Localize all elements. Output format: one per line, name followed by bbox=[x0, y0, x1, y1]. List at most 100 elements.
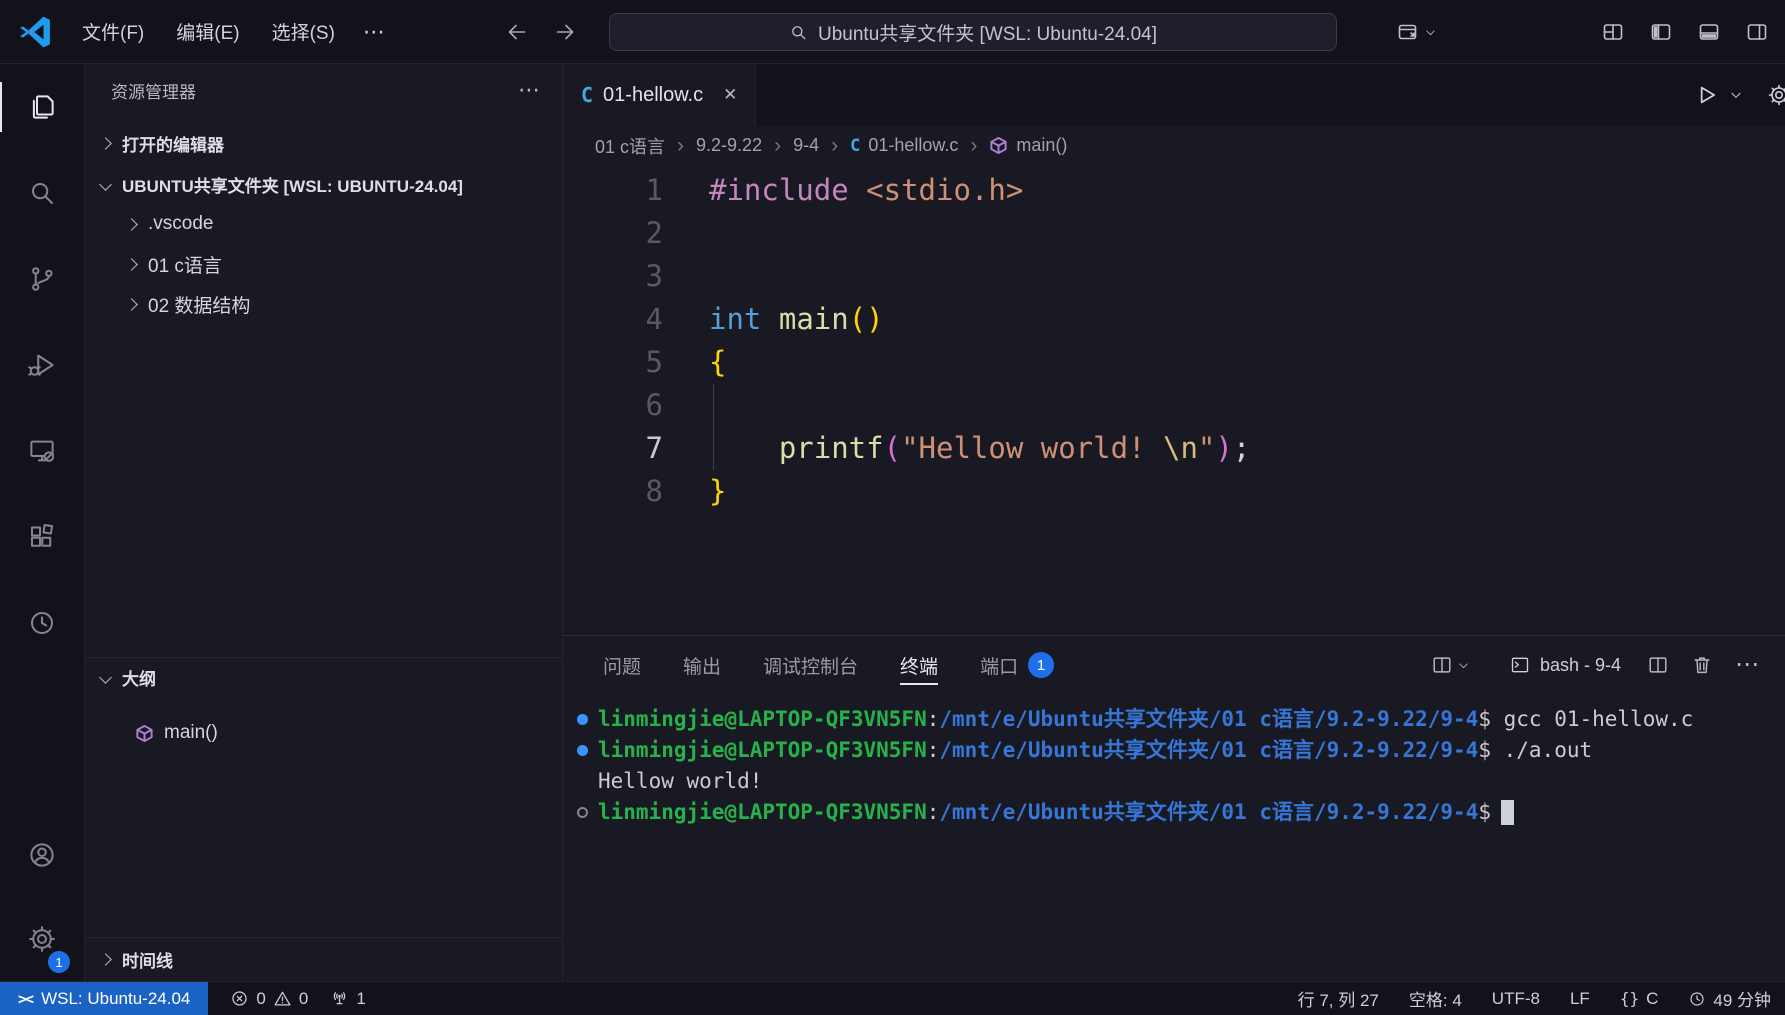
code-area[interactable]: 1 #include <stdio.h> 2 3 4 int main() 5{6 7 pri… bbox=[563, 165, 1785, 635]
language-mode[interactable]: {} C bbox=[1620, 989, 1659, 1009]
cursor-position[interactable]: 行 7, 列 27 bbox=[1298, 986, 1379, 1011]
toggle-secondary-sidebar-icon[interactable] bbox=[1745, 20, 1769, 44]
kill-terminal-trash-icon[interactable] bbox=[1691, 654, 1713, 676]
run-button-icon[interactable] bbox=[1693, 82, 1719, 108]
terminal-path: /mnt/e/Ubuntu共享文件夹/01 c语言/9.2-9.22/9-4 bbox=[939, 738, 1479, 762]
terminal-line: linmingjie@LAPTOP-QF3VN5FN:/mnt/e/Ubuntu… bbox=[577, 735, 1785, 766]
terminal-content[interactable]: linmingjie@LAPTOP-QF3VN5FN:/mnt/e/Ubuntu… bbox=[563, 694, 1785, 981]
tree-item-folder[interactable]: 01 c语言 bbox=[85, 244, 562, 284]
activity-run-debug[interactable] bbox=[0, 322, 84, 408]
activity-explorer[interactable] bbox=[0, 64, 84, 150]
panel-tab-label: 端口 bbox=[980, 656, 1019, 678]
terminal-instance-item[interactable]: bash - 9-4 bbox=[1510, 655, 1621, 676]
code-text: { bbox=[663, 341, 726, 384]
indentation[interactable]: 空格: 4 bbox=[1409, 986, 1462, 1011]
run-debug-icon bbox=[28, 354, 54, 376]
close-tab-icon[interactable]: ✕ bbox=[723, 85, 737, 105]
activity-source-control[interactable] bbox=[0, 236, 84, 322]
activity-timeline-clock[interactable] bbox=[0, 580, 84, 666]
symbol-name: main() bbox=[164, 722, 218, 743]
more-actions-icon[interactable]: ⋯ bbox=[518, 77, 540, 103]
chevron-down-icon bbox=[1459, 662, 1468, 668]
activity-extensions[interactable] bbox=[0, 494, 84, 580]
c-file-icon: C bbox=[850, 135, 861, 156]
activity-settings[interactable]: 1 bbox=[0, 897, 84, 981]
layout-control-dropdown[interactable] bbox=[1396, 20, 1437, 44]
customize-layout-icon[interactable] bbox=[1601, 20, 1625, 44]
breadcrumb-item[interactable]: main() bbox=[989, 135, 1067, 156]
panel-tabs: 问题 输出 调试控制台 终端 端口 1 bbox=[603, 636, 1096, 694]
outline-section[interactable]: 大纲 bbox=[85, 657, 562, 697]
terminal-path: /mnt/e/Ubuntu共享文件夹/01 c语言/9.2-9.22/9-4 bbox=[939, 800, 1479, 824]
clock-icon bbox=[1690, 991, 1704, 1006]
timer-indicator[interactable]: 49 分钟 bbox=[1688, 986, 1771, 1011]
account-icon bbox=[30, 843, 54, 867]
breadcrumb-item[interactable]: C 01-hellow.c bbox=[850, 135, 958, 156]
chevron-down-icon[interactable] bbox=[1729, 88, 1743, 102]
remote-explorer-icon bbox=[30, 440, 55, 462]
token: } bbox=[709, 474, 727, 508]
toggle-primary-sidebar-icon[interactable] bbox=[1649, 20, 1673, 44]
encoding[interactable]: UTF-8 bbox=[1492, 989, 1540, 1009]
line-number: 2 bbox=[645, 216, 663, 250]
eol-indicator[interactable]: LF bbox=[1570, 989, 1590, 1009]
problems-indicator[interactable]: 0 0 bbox=[230, 989, 308, 1009]
activity-search[interactable] bbox=[0, 150, 84, 236]
timeline-section[interactable]: 时间线 bbox=[85, 937, 562, 981]
terminal-user: linmingjie@LAPTOP-QF3VN5FN bbox=[598, 800, 927, 824]
tree-item-folder[interactable]: 02 数据结构 bbox=[85, 284, 562, 324]
code-text: } bbox=[663, 470, 726, 513]
panel-more-actions-icon[interactable]: ⋯ bbox=[1735, 653, 1759, 677]
panel-tab[interactable]: 问题 bbox=[603, 636, 641, 694]
workspace-root-row[interactable]: UBUNTU共享文件夹 [WSL: UBUNTU-24.04] bbox=[85, 164, 562, 204]
breadcrumb-item[interactable]: 01 c语言 bbox=[595, 133, 665, 159]
breadcrumb-label: 9.2-9.22 bbox=[696, 135, 763, 155]
ports-indicator[interactable]: 1 bbox=[330, 989, 366, 1009]
token: " bbox=[1197, 431, 1216, 465]
back-arrow-icon[interactable] bbox=[505, 20, 529, 44]
panel-tab[interactable]: 输出 bbox=[683, 636, 721, 694]
chevron-right-icon bbox=[125, 217, 138, 231]
forward-arrow-icon[interactable] bbox=[553, 20, 577, 44]
menu-bar: 文件(F) 编辑(E) 选择(S) bbox=[68, 12, 349, 51]
breadcrumb-separator: › bbox=[774, 134, 782, 157]
menu-item[interactable]: 文件(F) bbox=[68, 12, 158, 51]
new-terminal-dropdown[interactable] bbox=[1431, 654, 1470, 676]
menu-item[interactable]: 选择(S) bbox=[258, 12, 349, 51]
menu-more-button[interactable]: ⋯ bbox=[349, 19, 399, 45]
panel-tab[interactable]: 端口 1 bbox=[980, 636, 1055, 694]
panel-tab[interactable]: 终端 bbox=[900, 636, 939, 694]
activity-account[interactable] bbox=[0, 813, 84, 897]
split-terminal-icon[interactable] bbox=[1647, 654, 1669, 676]
open-editors-section[interactable]: 打开的编辑器 bbox=[85, 122, 562, 164]
toggle-panel-icon[interactable] bbox=[1697, 20, 1721, 44]
terminal-output: Hellow world! bbox=[598, 769, 763, 793]
breadcrumb-item[interactable]: 9.2-9.22 bbox=[696, 135, 762, 156]
vscode-window: 文件(F) 编辑(E) 选择(S) ⋯ Ubuntu共享文件夹 [WSL: Ubun… bbox=[0, 0, 1785, 1015]
error-count: 0 bbox=[256, 988, 266, 1008]
chevron-right-icon bbox=[125, 257, 138, 271]
terminal-line: linmingjie@LAPTOP-QF3VN5FN:/mnt/e/Ubuntu… bbox=[577, 704, 1785, 735]
open-editors-label: 打开的编辑器 bbox=[122, 135, 224, 155]
activity-bar-bottom: 1 bbox=[0, 813, 84, 981]
menu-item[interactable]: 编辑(E) bbox=[162, 12, 253, 51]
search-icon bbox=[792, 25, 806, 39]
line-number: 3 bbox=[645, 259, 663, 293]
tree-item-folder[interactable]: .vscode bbox=[85, 204, 562, 244]
line-number: 4 bbox=[645, 302, 663, 336]
command-center-search[interactable]: Ubuntu共享文件夹 [WSL: Ubuntu-24.04] bbox=[609, 13, 1337, 51]
editor-settings-gear-icon[interactable] bbox=[1767, 83, 1785, 107]
remote-indicator[interactable]: >< WSL: Ubuntu-24.04 bbox=[0, 982, 209, 1015]
outline-item[interactable]: main() bbox=[85, 713, 562, 753]
breadcrumb-item[interactable]: 9-4 bbox=[793, 135, 819, 156]
editor-tab[interactable]: C 01-hellow.c ✕ bbox=[563, 64, 757, 126]
breadcrumbs: 01 c语言 › 9.2-9.22 › 9-4 › C 01-hellow.c › main() bbox=[563, 126, 1785, 165]
panel-tab[interactable]: 调试控制台 bbox=[763, 636, 858, 694]
warning-icon bbox=[274, 991, 291, 1006]
activity-remote-explorer[interactable] bbox=[0, 408, 84, 494]
indentation-label: 空格: 4 bbox=[1408, 991, 1462, 1010]
sidebar-title: 资源管理器 bbox=[111, 82, 196, 102]
